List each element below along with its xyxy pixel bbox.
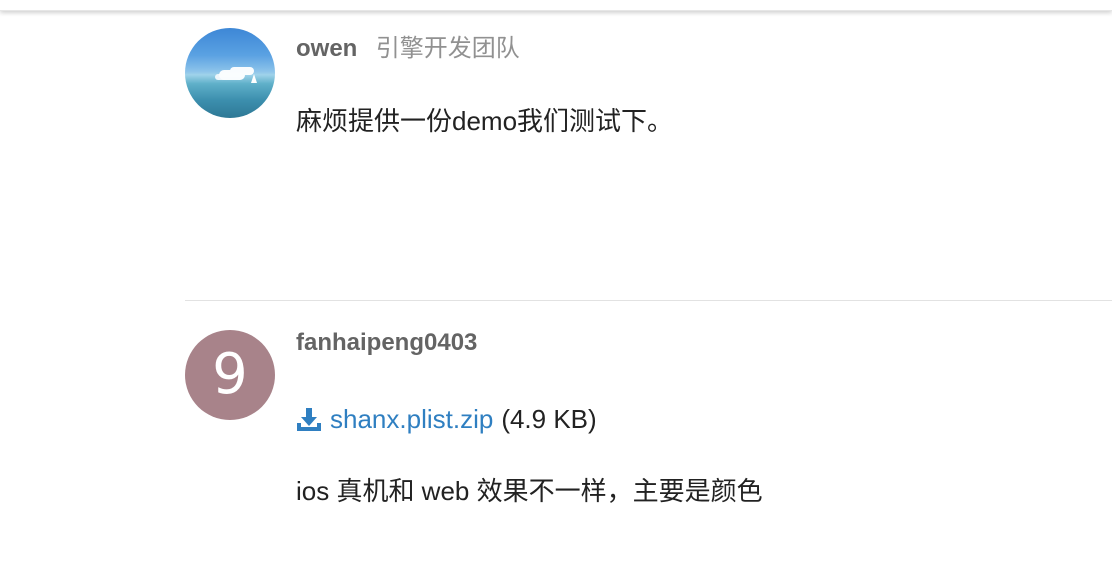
attachment-link[interactable]: shanx.plist.zip <box>330 404 493 435</box>
post-body: 麻烦提供一份demo我们测试下。 <box>296 106 674 136</box>
username[interactable]: owen <box>296 35 357 62</box>
avatar-letter: 9 <box>212 342 248 407</box>
sailboat-shape <box>251 74 257 83</box>
post-body: ios 真机和 web 效果不一样，主要是颜色 <box>296 476 763 506</box>
download-icon[interactable] <box>296 407 322 433</box>
post-meta: fanhaipeng0403 <box>296 329 477 357</box>
post-meta: owen 引擎开发团队 <box>296 28 520 63</box>
top-bar-shadow <box>0 0 1112 11</box>
attachment: shanx.plist.zip (4.9 KB) <box>296 404 597 435</box>
username[interactable]: fanhaipeng0403 <box>296 329 477 356</box>
attachment-size: (4.9 KB) <box>501 404 597 434</box>
post: 9 fanhaipeng0403 shanx.plist.zip (4.9 KB… <box>185 300 1112 578</box>
user-avatar[interactable]: 9 <box>185 330 275 420</box>
user-title: 引擎开发团队 <box>375 35 520 62</box>
cloud-shape <box>219 70 245 80</box>
discussion-page: owen 引擎开发团队 麻烦提供一份demo我们测试下。 9 fanhaipen… <box>0 0 1112 578</box>
user-avatar[interactable] <box>185 28 275 118</box>
post: owen 引擎开发团队 麻烦提供一份demo我们测试下。 <box>185 28 1112 298</box>
